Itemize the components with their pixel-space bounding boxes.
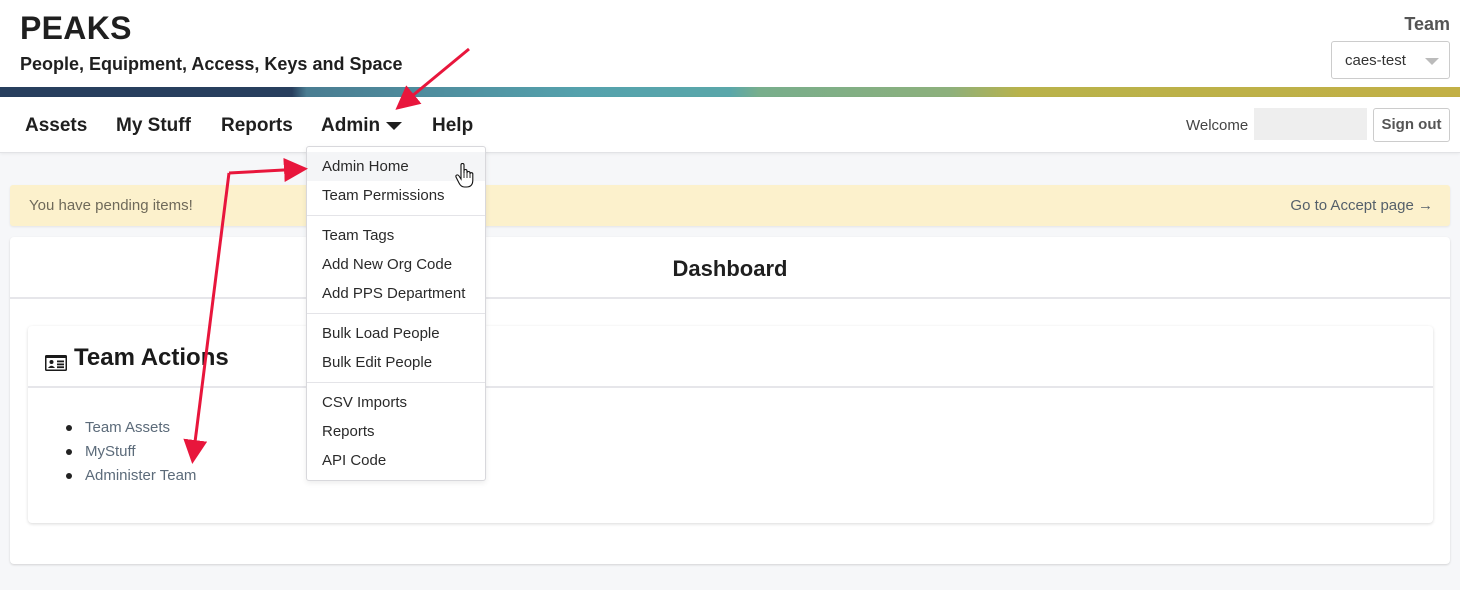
nav-my-stuff[interactable]: My Stuff <box>116 115 191 137</box>
alert-message: You have pending items! <box>29 197 193 214</box>
menu-item-api-code[interactable]: API Code <box>307 446 485 475</box>
menu-item-csv-imports[interactable]: CSV Imports <box>307 388 485 417</box>
app-header: PEAKS People, Equipment, Access, Keys an… <box>0 0 1460 87</box>
menu-item-add-pps-department[interactable]: Add PPS Department <box>307 279 485 308</box>
caret-down-icon <box>386 121 403 130</box>
sign-out-button[interactable]: Sign out <box>1373 108 1450 142</box>
main-nav: Assets My Stuff Reports Admin Help Welco… <box>0 97 1460 153</box>
arrow-to-admin-home <box>228 158 308 182</box>
list-item: Team Assets <box>66 416 196 440</box>
menu-divider <box>307 313 485 314</box>
administer-team-link[interactable]: Administer Team <box>85 467 196 484</box>
menu-item-bulk-edit-people[interactable]: Bulk Edit People <box>307 348 485 377</box>
welcome-user-name <box>1254 108 1367 140</box>
welcome-label: Welcome <box>1186 117 1249 134</box>
go-to-accept-page-link[interactable]: Go to Accept page → <box>1290 197 1433 214</box>
admin-dropdown-menu: Admin Home Team Permissions Team Tags Ad… <box>306 146 486 481</box>
team-actions-title: Team Actions <box>74 344 229 371</box>
app-title[interactable]: PEAKS <box>20 10 132 47</box>
menu-item-team-tags[interactable]: Team Tags <box>307 221 485 250</box>
mystuff-link[interactable]: MyStuff <box>85 443 136 460</box>
menu-item-add-new-org-code[interactable]: Add New Org Code <box>307 250 485 279</box>
nav-admin-label: Admin <box>321 115 381 136</box>
chevron-down-icon <box>1425 58 1439 65</box>
dashboard-title: Dashboard <box>10 237 1450 299</box>
menu-divider <box>307 215 485 216</box>
list-item: Administer Team <box>66 464 196 488</box>
nav-help[interactable]: Help <box>432 115 473 137</box>
nav-assets[interactable]: Assets <box>25 115 87 137</box>
hand-pointer-icon <box>455 162 475 194</box>
color-band <box>0 87 1460 97</box>
id-card-icon <box>45 350 67 378</box>
team-assets-link[interactable]: Team Assets <box>85 419 170 436</box>
team-actions-list: Team Assets MyStuff Administer Team <box>66 416 196 488</box>
nav-admin[interactable]: Admin <box>321 115 403 137</box>
nav-reports[interactable]: Reports <box>221 115 293 137</box>
dashboard-card: Dashboard Team Actions Team Assets MyStu… <box>10 237 1450 564</box>
team-label: Team <box>1404 14 1450 34</box>
team-actions-card: Team Actions Team Assets MyStuff Adminis… <box>28 326 1433 523</box>
list-item: MyStuff <box>66 440 196 464</box>
team-actions-header: Team Actions <box>28 326 1433 388</box>
pending-items-alert: You have pending items! Go to Accept pag… <box>10 185 1450 226</box>
menu-divider <box>307 382 485 383</box>
app-subtitle: People, Equipment, Access, Keys and Spac… <box>20 54 403 74</box>
menu-item-reports[interactable]: Reports <box>307 417 485 446</box>
team-select-value: caes-test <box>1345 52 1406 69</box>
team-select[interactable]: caes-test <box>1331 41 1450 79</box>
menu-item-bulk-load-people[interactable]: Bulk Load People <box>307 319 485 348</box>
